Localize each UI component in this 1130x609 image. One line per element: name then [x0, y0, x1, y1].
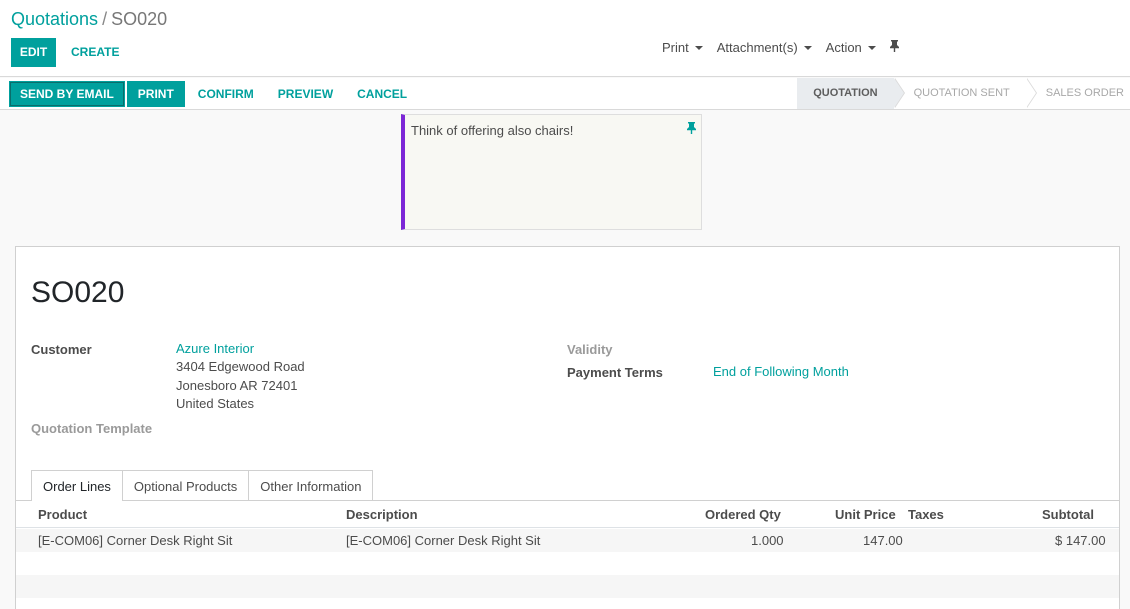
customer-address-line: 3404 Edgewood Road	[176, 359, 305, 374]
cell-ordered-qty: 1.000	[751, 533, 784, 548]
print-button[interactable]: PRINT	[126, 81, 185, 107]
tab-other-information[interactable]: Other Information	[248, 470, 374, 501]
caret-down-icon	[803, 45, 812, 50]
form-sheet: SO020 Customer Azure Interior 3404 Edgew…	[15, 246, 1120, 609]
payment-terms-link[interactable]: End of Following Month	[713, 363, 849, 382]
print-dropdown[interactable]: Print	[662, 40, 703, 55]
preview-button[interactable]: PREVIEW	[267, 81, 344, 107]
stage-sales-order[interactable]: SALES ORDER	[1025, 78, 1130, 109]
sidebar-actions: Print Attachment(s) Action	[662, 40, 899, 55]
quotation-template-label: Quotation Template	[31, 421, 153, 436]
attachments-dropdown-label: Attachment(s)	[716, 40, 798, 55]
caret-down-icon	[694, 45, 703, 50]
notebook-tabs: Order Lines Optional Products Other Info…	[31, 470, 374, 501]
stage-arrow	[1025, 78, 1036, 108]
table-row[interactable]: [E-COM06] Corner Desk Right Sit [E-COM06…	[16, 529, 1119, 552]
validity-label: Validity	[567, 342, 613, 357]
column-header-product[interactable]: Product	[38, 507, 87, 522]
stage-label: QUOTATION SENT	[913, 87, 1010, 99]
customer-name-link[interactable]: Azure Interior	[176, 340, 254, 359]
table-row-empty	[16, 552, 1119, 575]
table-row-empty	[16, 575, 1119, 598]
cell-description: [E-COM06] Corner Desk Right Sit	[346, 533, 541, 548]
create-button[interactable]: CREATE	[62, 38, 128, 67]
order-lines-header: Product Description Ordered Qty Unit Pri…	[16, 501, 1119, 528]
cell-product: [E-COM06] Corner Desk Right Sit	[38, 533, 233, 548]
statusbar: SEND BY EMAIL PRINT CONFIRM PREVIEW CANC…	[0, 78, 1130, 110]
action-dropdown[interactable]: Action	[826, 40, 876, 55]
column-header-unit-price[interactable]: Unit Price	[835, 507, 896, 522]
column-header-ordered-qty[interactable]: Ordered Qty	[705, 507, 781, 522]
tab-optional-products[interactable]: Optional Products	[121, 470, 250, 501]
control-panel: Quotations / SO020 EDIT CREATE Print Attac…	[0, 0, 1130, 77]
statusbar-actions: SEND BY EMAIL PRINT CONFIRM PREVIEW CANC…	[9, 81, 418, 107]
status-stages: QUOTATION QUOTATION SENT SALES ORDER	[797, 78, 1130, 109]
column-header-subtotal[interactable]: Subtotal	[1042, 507, 1094, 522]
confirm-button[interactable]: CONFIRM	[187, 81, 265, 107]
breadcrumb-separator: /	[102, 9, 108, 29]
customer-address-line: Jonesboro AR 72401	[176, 378, 298, 393]
stage-label: SALES ORDER	[1045, 87, 1124, 99]
breadcrumb: Quotations / SO020	[11, 9, 167, 30]
pin-icon[interactable]	[889, 40, 899, 55]
caret-down-icon	[867, 45, 876, 50]
send-by-email-button[interactable]: SEND BY EMAIL	[9, 81, 125, 107]
sticky-note[interactable]: Think of offering also chairs!	[401, 114, 702, 230]
action-dropdown-label: Action	[825, 40, 862, 55]
customer-address-line: United States	[176, 396, 255, 411]
page-title: SO020	[31, 276, 125, 309]
edit-button[interactable]: EDIT	[11, 38, 56, 67]
pin-icon[interactable]	[687, 122, 696, 137]
cell-subtotal: $ 147.00	[1055, 533, 1106, 548]
customer-label: Customer	[31, 342, 92, 357]
column-header-taxes[interactable]: Taxes	[908, 507, 944, 522]
breadcrumb-quotations-link[interactable]: Quotations	[11, 9, 98, 29]
stage-quotation[interactable]: QUOTATION	[797, 78, 905, 109]
cancel-button[interactable]: CANCEL	[346, 81, 418, 107]
column-header-description[interactable]: Description	[346, 507, 418, 522]
stage-quotation-sent[interactable]: QUOTATION SENT	[893, 78, 1037, 109]
note-text: Think of offering also chairs!	[411, 123, 574, 138]
attachments-dropdown[interactable]: Attachment(s)	[717, 40, 812, 55]
payment-terms-label: Payment Terms	[567, 365, 663, 380]
stage-arrow	[893, 78, 904, 108]
tab-order-lines[interactable]: Order Lines	[31, 470, 123, 501]
print-dropdown-label: Print	[662, 40, 689, 55]
stage-label: QUOTATION	[813, 87, 878, 99]
cell-unit-price: 147.00	[863, 533, 903, 548]
breadcrumb-current: SO020	[111, 9, 168, 29]
